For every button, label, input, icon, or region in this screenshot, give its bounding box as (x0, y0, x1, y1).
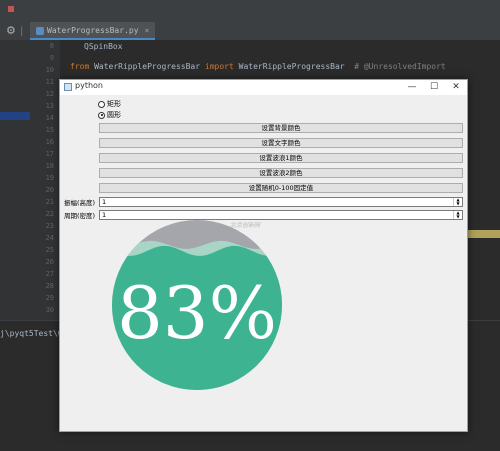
set-text-color-button[interactable]: 设置文字颜色 (99, 138, 463, 148)
radio-rectangle-label: 矩形 (107, 100, 121, 108)
ide-project-panel (0, 40, 30, 320)
line-number: 16 (45, 138, 54, 146)
ide-error-marker (8, 6, 14, 12)
line-number: 9 (49, 54, 54, 62)
period-spinbox[interactable]: 1 ▲ ▼ (99, 210, 463, 220)
line-number: 27 (45, 270, 54, 278)
period-stepper-icon[interactable]: ▲ ▼ (453, 211, 462, 219)
window-title: python (75, 81, 103, 90)
water-ripple-progress: 83% (112, 220, 282, 390)
set-wave2-color-button[interactable]: 设置波浪2颜色 (99, 168, 463, 178)
maximize-button[interactable]: ☐ (423, 80, 445, 95)
line-number: 17 (45, 150, 54, 158)
window-titlebar[interactable]: python — ☐ ✕ (60, 80, 467, 95)
line-number: 23 (45, 222, 54, 230)
editor-tab-label: WaterProgressBar.py (47, 26, 139, 35)
radio-rectangle-indicator[interactable] (98, 100, 105, 108)
line-number: 21 (45, 198, 54, 206)
period-label: 周期(密度) (64, 212, 96, 220)
watermark: 北京创新网 (230, 222, 261, 229)
line-number: 12 (45, 90, 54, 98)
line-number: 30 (45, 306, 54, 314)
progress-text: 83% (117, 271, 277, 355)
amplitude-label: 振幅(高度) (64, 199, 96, 207)
line-number: 15 (45, 126, 54, 134)
amplitude-stepper-icon[interactable]: ▲ ▼ (453, 198, 462, 206)
project-selection-marker (0, 112, 30, 120)
ide-menubar (0, 0, 500, 22)
period-value: 1 (102, 211, 107, 219)
line-number: 22 (45, 210, 54, 218)
close-button[interactable]: ✕ (445, 80, 467, 95)
console-path: j\pyqt5Test\6. (0, 329, 68, 338)
line-number: 10 (45, 66, 54, 74)
highlight-marker (468, 230, 500, 238)
python-file-icon (36, 26, 44, 35)
line-number-gutter: 8 9 10 11 12 13 14 15 16 17 18 19 20 21 22 23 24 25 26 27 28… (30, 40, 60, 320)
python-app-window: python — ☐ ✕ 矩形 圆形 设置背景颜色 设置文字颜色 设置波浪1颜色… (59, 79, 468, 432)
radio-circle[interactable]: 圆形 (98, 110, 121, 120)
amplitude-spinbox[interactable]: 1 ▲ ▼ (99, 197, 463, 207)
line-number: 13 (45, 102, 54, 110)
line-number: 24 (45, 234, 54, 242)
radio-circle-label: 圆形 (107, 111, 121, 119)
close-tab-icon[interactable]: × (145, 26, 150, 35)
set-wave1-color-button[interactable]: 设置波浪1颜色 (99, 153, 463, 163)
line-number: 19 (45, 174, 54, 182)
line-number: 8 (49, 42, 54, 50)
code-line-qspinbox: QSpinBox (84, 42, 123, 51)
line-number: 20 (45, 186, 54, 194)
radio-rectangle[interactable]: 矩形 (98, 99, 121, 109)
window-icon (64, 83, 72, 91)
line-number: 25 (45, 246, 54, 254)
ide-tabbar: ⚙ | WaterProgressBar.py × (0, 22, 500, 41)
line-number: 18 (45, 162, 54, 170)
line-number: 11 (45, 78, 54, 86)
editor-tab[interactable]: WaterProgressBar.py × (30, 22, 156, 40)
line-number: 28 (45, 282, 54, 290)
amplitude-value: 1 (102, 198, 107, 206)
gear-icon[interactable]: ⚙ (6, 24, 16, 37)
code-line-import: from WaterRippleProgressBar import Water… (70, 62, 446, 71)
line-number: 29 (45, 294, 54, 302)
minimize-button[interactable]: — (401, 80, 423, 95)
line-number: 14 (45, 114, 54, 122)
set-background-color-button[interactable]: 设置背景颜色 (99, 123, 463, 133)
set-random-value-button[interactable]: 设置随机0-100固定值 (99, 183, 463, 193)
radio-circle-indicator[interactable] (98, 111, 105, 119)
line-number: 26 (45, 258, 54, 266)
tabbar-divider: | (20, 26, 24, 37)
